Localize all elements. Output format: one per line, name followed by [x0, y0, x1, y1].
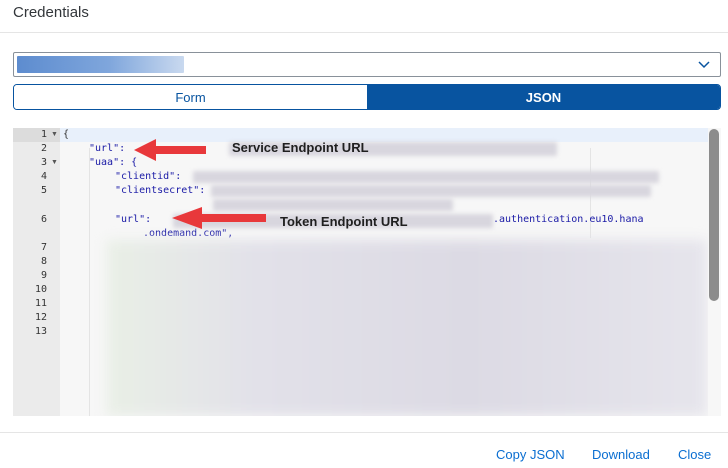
line-number: 13: [34, 326, 47, 337]
code-key-clientsecret: "clientsecret":: [115, 185, 206, 196]
code-key-url: "url":: [89, 143, 126, 154]
line-number: 6: [40, 214, 47, 225]
dialog-header: Credentials: [0, 0, 728, 33]
line-number: 5: [40, 185, 47, 196]
fold-caret-icon[interactable]: ▼: [51, 131, 58, 138]
line-number: 4: [40, 171, 47, 182]
line-number: 3: [40, 157, 47, 168]
tab-json[interactable]: JSON: [367, 85, 720, 109]
red-arrow-icon: [134, 139, 206, 161]
redacted-clientid: [193, 171, 659, 183]
indent-guide: [89, 148, 90, 416]
editor-scrollbar-thumb[interactable]: [709, 129, 719, 301]
annotation-token-endpoint: Token Endpoint URL: [280, 214, 408, 229]
line-number: 9: [40, 270, 47, 281]
line-number: 12: [34, 312, 47, 323]
annotation-service-endpoint: Service Endpoint URL: [232, 140, 369, 155]
dialog-footer: Copy JSON Download Close: [0, 432, 728, 468]
dialog-title: Credentials: [13, 4, 89, 21]
redacted-clientsecret-a: [211, 185, 651, 197]
fold-caret-icon[interactable]: ▼: [51, 159, 58, 166]
copy-json-button[interactable]: Copy JSON: [496, 447, 565, 462]
red-arrow-icon: [172, 207, 266, 229]
code-key-clientid: "clientid":: [115, 171, 182, 182]
line-number: 1: [40, 129, 47, 140]
service-key-value-redacted: [17, 56, 184, 73]
code-key-token-url: "url":: [115, 214, 152, 225]
line-number: 2: [40, 143, 47, 154]
line-number: 11: [34, 298, 47, 309]
code-key-uaa: "uaa": {: [89, 157, 138, 168]
download-button[interactable]: Download: [592, 447, 650, 462]
chevron-down-icon[interactable]: [698, 58, 710, 70]
code-line-1: {: [63, 129, 70, 140]
line-number: 7: [40, 242, 47, 253]
line-number: 8: [40, 256, 47, 267]
code-value-token-url: .authentication.eu10.hana: [493, 214, 644, 225]
close-button[interactable]: Close: [678, 447, 711, 462]
json-code-editor[interactable]: 1 2 3 4 5 6 7 8 9 10 11 12 13 ▼ ▼ { "url…: [13, 128, 721, 416]
view-mode-segmented-button: Form JSON: [13, 84, 721, 110]
line-number: 10: [34, 284, 47, 295]
service-key-select[interactable]: [13, 52, 721, 77]
tab-form[interactable]: Form: [14, 85, 367, 109]
redacted-remaining-json: [107, 240, 707, 416]
